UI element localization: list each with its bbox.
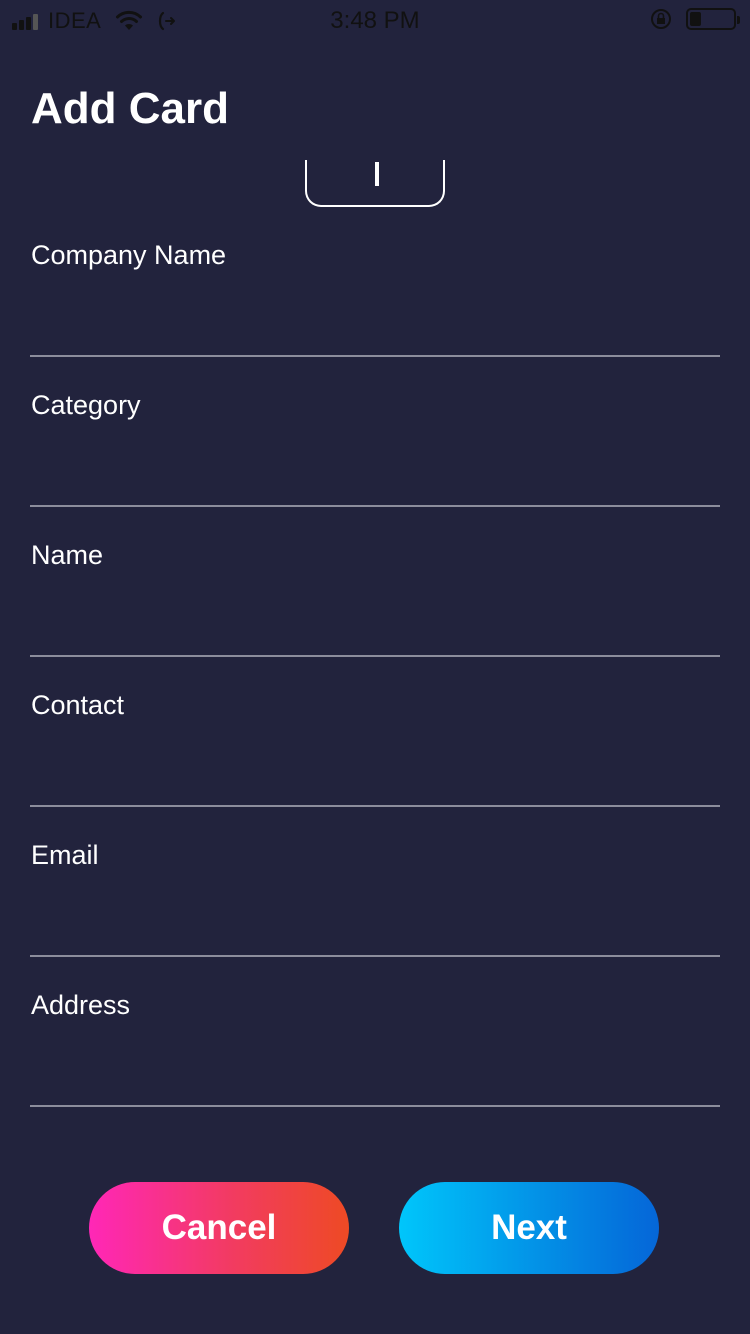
field-underline [30, 955, 720, 957]
name-field: Name [30, 540, 720, 690]
page-title: Add Card [31, 84, 229, 133]
field-underline [30, 805, 720, 807]
field-underline [30, 655, 720, 657]
category-label: Category [31, 390, 141, 420]
contact-input[interactable] [30, 730, 720, 785]
battery-level [690, 12, 701, 26]
contact-field: Contact [30, 690, 720, 840]
rotation-lock-icon [651, 9, 671, 29]
address-field: Address [30, 990, 720, 1140]
status-time: 3:48 PM [330, 7, 420, 34]
cancel-button-label: Cancel [161, 1208, 277, 1247]
next-button-label: Next [491, 1208, 567, 1247]
category-input[interactable] [30, 430, 720, 485]
field-underline [30, 355, 720, 357]
category-field: Category [30, 390, 720, 540]
status-bar: IDEA 3:48 PM [0, 0, 750, 40]
company-name-field: Company Name [30, 240, 720, 390]
card-image-slot[interactable] [305, 160, 445, 207]
address-label: Address [31, 990, 131, 1020]
cancel-button[interactable]: Cancel [89, 1182, 349, 1274]
contact-label: Contact [31, 690, 125, 720]
address-input[interactable] [30, 1030, 720, 1085]
company-name-input[interactable] [30, 280, 720, 335]
text-cursor [375, 162, 379, 186]
email-field: Email [30, 840, 720, 990]
email-label: Email [31, 840, 99, 870]
company-name-label: Company Name [31, 240, 227, 270]
add-card-screen: IDEA 3:48 PM Add Card Company Name Categ… [0, 0, 750, 1334]
next-button[interactable]: Next [399, 1182, 659, 1274]
field-underline [30, 1105, 720, 1107]
name-label: Name [31, 540, 104, 570]
name-input[interactable] [30, 580, 720, 635]
status-right [650, 8, 740, 30]
email-input[interactable] [30, 880, 720, 935]
field-underline [30, 505, 720, 507]
battery-icon [686, 8, 740, 30]
